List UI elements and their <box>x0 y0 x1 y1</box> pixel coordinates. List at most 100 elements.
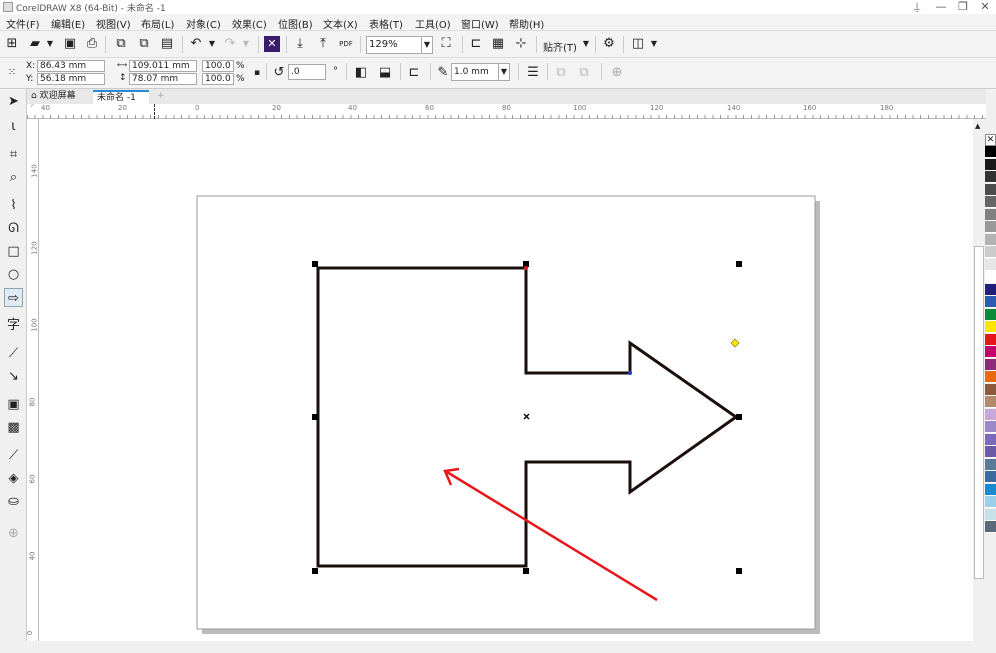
zoom-tool-icon[interactable]: ⌕ <box>4 168 23 187</box>
pick-tool-icon[interactable]: ➤ <box>4 92 23 111</box>
color-swatch[interactable] <box>985 483 996 496</box>
selection-handle-bottom-left[interactable] <box>312 568 318 574</box>
color-swatch[interactable] <box>985 296 996 308</box>
connector-tool-icon[interactable]: ↘ <box>4 367 23 386</box>
start-arrowhead-icon[interactable]: ⊏ <box>406 65 422 81</box>
selection-handle-bottom-right[interactable] <box>736 568 742 574</box>
selection-handle-top-right[interactable] <box>736 261 742 267</box>
color-swatch[interactable] <box>985 196 996 208</box>
mirror-vertical-icon[interactable]: ⬓ <box>377 65 393 81</box>
color-swatch[interactable] <box>985 183 996 196</box>
width-field[interactable]: 109.011 mm <box>129 60 197 72</box>
color-swatch[interactable] <box>985 171 996 183</box>
combine-icon[interactable]: ⧉ <box>576 65 592 81</box>
paste-icon[interactable]: ▤ <box>159 36 175 52</box>
selection-handle-bottom-center[interactable] <box>523 568 529 574</box>
undo-icon[interactable]: ↶ <box>188 36 204 52</box>
tab-document[interactable]: 未命名 -1 <box>93 90 149 104</box>
rotation-icon[interactable]: ↺ <box>271 65 287 81</box>
redo-icon[interactable]: ↷ <box>222 36 238 52</box>
color-swatch[interactable] <box>985 258 996 271</box>
zoom-dropdown-icon[interactable]: ▼ <box>421 36 433 54</box>
menu-effects[interactable]: 效果(C) <box>232 16 267 31</box>
cut-icon[interactable]: ⧉ <box>113 36 129 52</box>
menu-text[interactable]: 文本(X) <box>323 16 358 31</box>
text-wrap-icon[interactable]: ☰ <box>525 65 541 81</box>
no-color-swatch-icon[interactable]: ✕ <box>985 134 996 146</box>
control-point-red[interactable] <box>524 266 528 270</box>
redo-dropdown-icon[interactable]: ▼ <box>238 36 254 52</box>
color-swatch[interactable] <box>985 371 996 383</box>
color-swatch[interactable] <box>985 271 996 283</box>
color-swatch[interactable] <box>985 283 996 296</box>
close-button[interactable]: ✕ <box>974 0 996 14</box>
full-screen-icon[interactable]: ⛶ <box>438 36 454 52</box>
snap-to-button[interactable]: 贴齐(T) <box>543 39 577 54</box>
zoom-level-field[interactable]: 129% <box>366 36 422 54</box>
convert-to-curves-icon[interactable]: ⧉ <box>553 65 569 81</box>
crop-tool-icon[interactable]: ⌗ <box>4 145 23 164</box>
color-swatch[interactable] <box>985 233 996 246</box>
menu-tools[interactable]: 工具(O) <box>415 16 451 31</box>
search-content-icon[interactable]: ✕ <box>264 36 280 52</box>
ruler-origin[interactable]: ⌜ <box>31 104 34 112</box>
color-swatch[interactable] <box>985 396 996 408</box>
selection-handle-middle-left[interactable] <box>312 414 318 420</box>
color-swatch[interactable] <box>985 308 996 321</box>
shape-tool-icon[interactable]: ɩ <box>4 117 23 136</box>
scale-width-field[interactable]: 100.0 <box>202 60 234 72</box>
rectangle-tool-icon[interactable]: □ <box>4 242 23 261</box>
color-swatch[interactable] <box>985 346 996 358</box>
transparency-tool-icon[interactable]: ▩ <box>4 418 23 437</box>
mirror-horizontal-icon[interactable]: ◧ <box>353 65 369 81</box>
scroll-up-icon[interactable]: ▲ <box>975 122 980 130</box>
color-swatch[interactable] <box>985 383 996 396</box>
drawing-canvas[interactable] <box>39 119 973 641</box>
open-dropdown-icon[interactable]: ▼ <box>42 36 58 52</box>
reference-point-icon[interactable]: ⁙ <box>4 65 20 81</box>
scale-height-field[interactable]: 100.0 <box>202 73 234 85</box>
color-swatch[interactable] <box>985 458 996 471</box>
color-swatch[interactable] <box>985 146 996 158</box>
new-document-icon[interactable]: ⊞ <box>4 36 20 52</box>
lock-ratio-icon[interactable]: ▪ <box>249 65 265 81</box>
control-point-blue[interactable] <box>628 371 632 375</box>
menu-layout[interactable]: 布局(L) <box>141 16 174 31</box>
import-icon[interactable]: ⤓ <box>292 36 308 52</box>
color-swatch[interactable] <box>985 421 996 433</box>
vertical-ruler[interactable]: 140 120 100 80 60 40 0 <box>26 119 39 641</box>
minimize-button[interactable]: — <box>930 0 952 14</box>
menu-view[interactable]: 视图(V) <box>96 16 131 31</box>
color-swatch[interactable] <box>985 358 996 371</box>
tab-welcome-screen[interactable]: ⌂ 欢迎屏幕 <box>27 90 91 104</box>
show-guidelines-icon[interactable]: ⊹ <box>513 36 529 52</box>
add-tab-button[interactable]: + <box>153 90 169 104</box>
color-swatch[interactable] <box>985 446 996 458</box>
open-folder-icon[interactable]: ▰ <box>27 36 43 52</box>
color-swatch[interactable] <box>985 521 996 533</box>
save-icon[interactable]: ▣ <box>62 36 78 52</box>
y-position-field[interactable]: 56.18 mm <box>37 73 105 85</box>
color-swatch[interactable] <box>985 433 996 446</box>
show-rulers-icon[interactable]: ⊏ <box>468 36 484 52</box>
color-swatch[interactable] <box>985 321 996 333</box>
vertical-scrollbar[interactable]: ▲ <box>973 119 985 641</box>
basic-shapes-tool-icon[interactable]: ⇨ <box>4 288 23 307</box>
options-gear-icon[interactable]: ⚙ <box>601 36 617 52</box>
launcher-dropdown-icon[interactable]: ▼ <box>646 36 662 52</box>
menu-object[interactable]: 对象(C) <box>186 16 221 31</box>
ellipse-tool-icon[interactable]: ○ <box>4 265 23 284</box>
artistic-media-icon[interactable]: ᘏ <box>4 219 23 238</box>
outline-width-dropdown-icon[interactable]: ▼ <box>498 63 510 81</box>
smart-fill-icon[interactable]: ⛀ <box>4 492 23 511</box>
eyedropper-tool-icon[interactable]: ⟋ <box>4 446 23 465</box>
publish-pdf-icon[interactable]: PDF <box>338 36 354 52</box>
height-field[interactable]: 78.07 mm <box>129 73 197 85</box>
show-grid-icon[interactable]: ▦ <box>490 36 506 52</box>
print-icon[interactable]: ⎙ <box>84 36 100 52</box>
menu-edit[interactable]: 编辑(E) <box>51 16 85 31</box>
color-swatch[interactable] <box>985 333 996 346</box>
snap-dropdown-icon[interactable]: ▼ <box>578 36 594 52</box>
selection-handle-top-left[interactable] <box>312 261 318 267</box>
color-swatch[interactable] <box>985 246 996 258</box>
